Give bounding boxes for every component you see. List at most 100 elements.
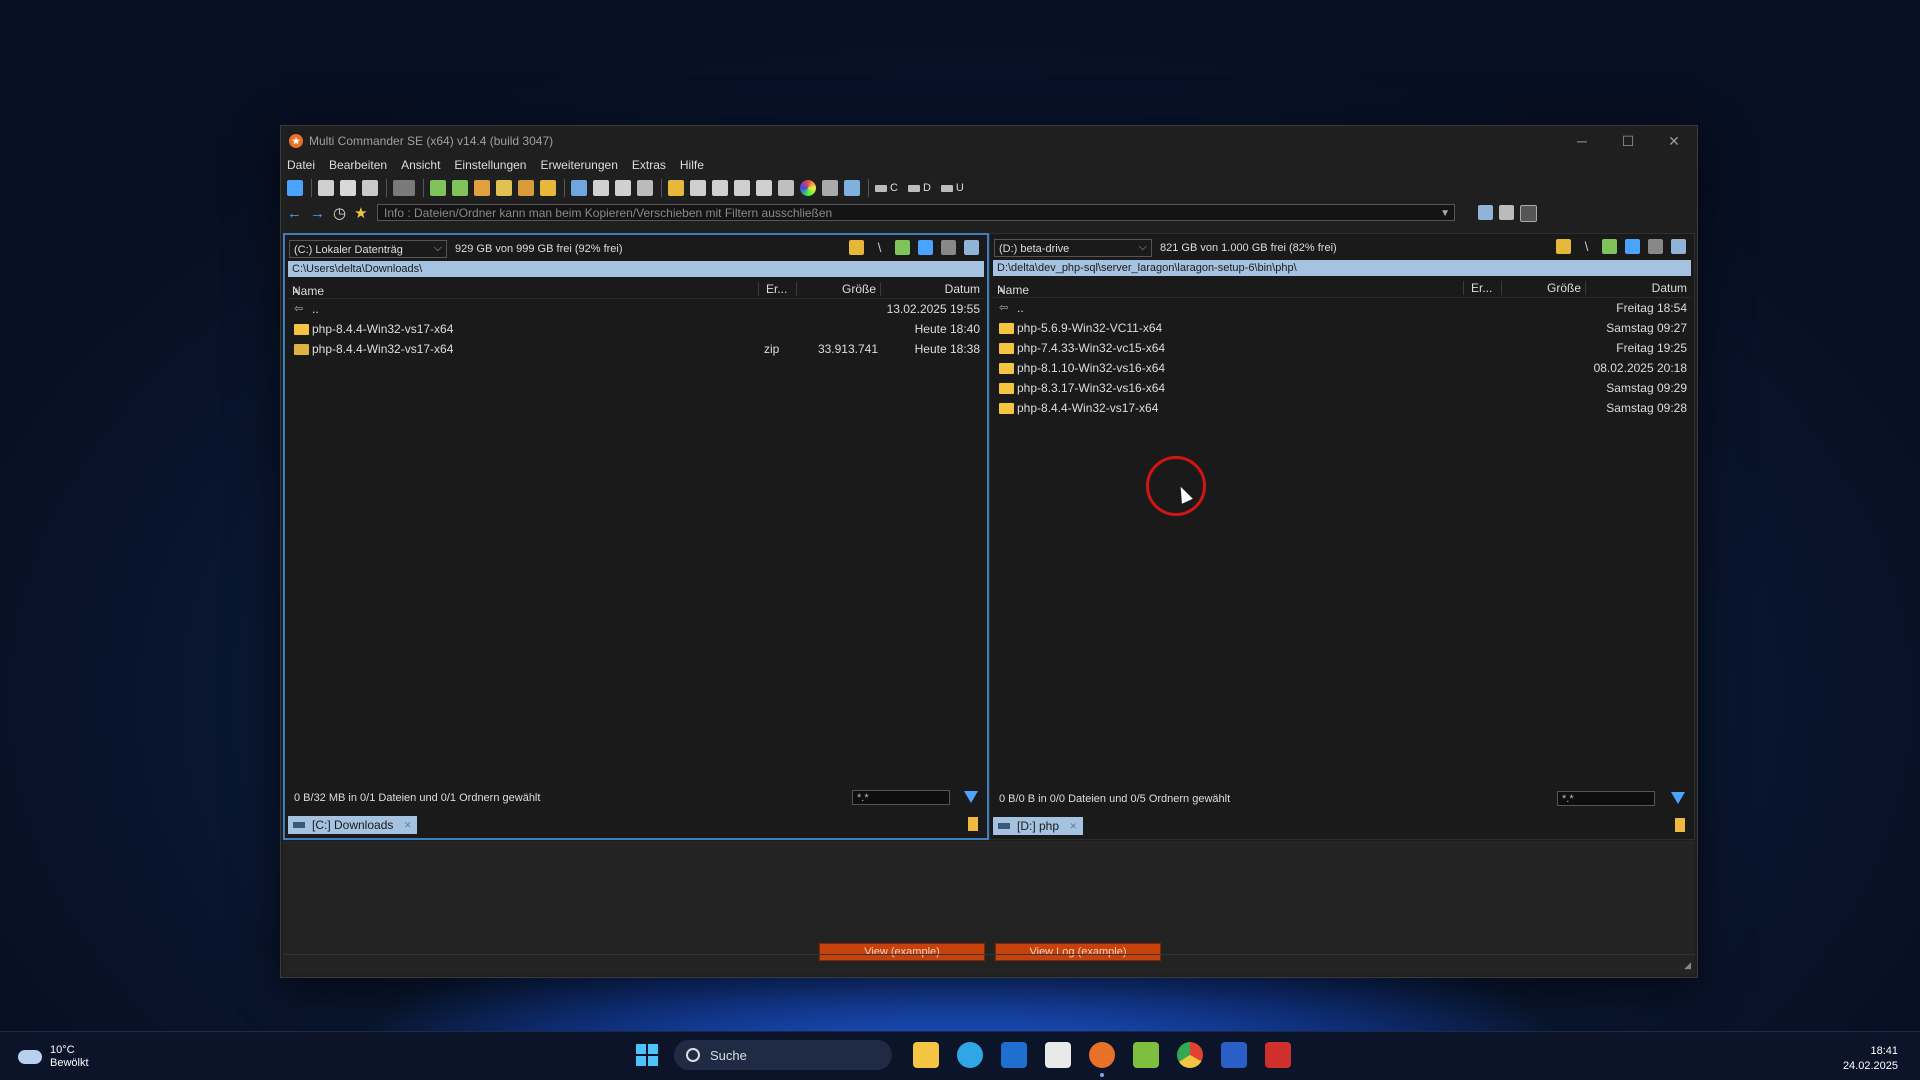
refresh-panel-icon[interactable] (1625, 239, 1640, 254)
outlook-icon[interactable] (1001, 1042, 1027, 1068)
command-line-input[interactable]: Info : Dateien/Ordner kann man beim Kopi… (377, 204, 1455, 221)
close-button[interactable]: ✕ (1651, 126, 1697, 156)
notes-icon[interactable] (712, 180, 728, 196)
col-date[interactable]: Datum (945, 282, 980, 296)
col-ext[interactable]: Er... (766, 282, 787, 296)
start-button[interactable] (636, 1044, 658, 1066)
chevron-down-icon[interactable]: ▼ (1440, 205, 1450, 222)
file-row[interactable]: php-7.4.33-Win32-vc15-x64 Freitag 19:25 (993, 338, 1691, 358)
menu-hilfe[interactable]: Hilfe (680, 158, 704, 172)
col-ext[interactable]: Er... (1471, 281, 1492, 295)
menu-bearbeiten[interactable]: Bearbeiten (329, 158, 387, 172)
file-row[interactable]: php-8.4.4-Win32-vs17-x64 zip 33.913.741 … (288, 339, 984, 359)
edit-file-icon[interactable] (615, 180, 631, 196)
back-arrow-icon[interactable]: ← (287, 205, 302, 222)
col-size[interactable]: Größe (836, 282, 876, 296)
folder-tree-icon[interactable] (849, 240, 864, 255)
view-mode-icon[interactable] (393, 180, 415, 196)
left-path-bar[interactable]: C:\Users\delta\Downloads\ (288, 261, 984, 277)
root-icon[interactable]: \ (1579, 239, 1594, 254)
file-row[interactable]: ⇦ .. Freitag 18:54 (993, 298, 1691, 318)
color-icon[interactable] (800, 180, 816, 196)
copy-icon[interactable] (340, 180, 356, 196)
history-icon[interactable]: ◷ (333, 204, 346, 222)
title-bar[interactable]: ★ Multi Commander SE (x64) v14.4 (build … (281, 126, 1697, 156)
folder-icon[interactable] (540, 180, 556, 196)
menu-ansicht[interactable]: Ansicht (401, 158, 440, 172)
settings-icon[interactable] (941, 240, 956, 255)
panel-icon[interactable] (1499, 205, 1514, 220)
list-icon[interactable] (734, 180, 750, 196)
menu-extras[interactable]: Extras (632, 158, 666, 172)
filter-icon[interactable] (964, 791, 978, 803)
right-path-bar[interactable]: D:\delta\dev_php-sql\server_laragon\lara… (993, 260, 1691, 276)
system-clock[interactable]: 18:41 24.02.2025 (1843, 1044, 1898, 1074)
settings-icon[interactable] (1648, 239, 1663, 254)
left-drive-select[interactable]: (C:) Lokaler Datenträg (289, 239, 447, 258)
notepad-icon[interactable] (1133, 1042, 1159, 1068)
paste-icon[interactable] (362, 180, 378, 196)
filter-icon[interactable] (1671, 792, 1685, 804)
go-parent-icon[interactable] (895, 240, 910, 255)
right-filter-input[interactable]: *.* (1557, 791, 1655, 806)
cut-icon[interactable] (318, 180, 334, 196)
refresh-icon[interactable] (287, 180, 303, 196)
col-size[interactable]: Größe (1541, 281, 1581, 295)
tab-left-downloads[interactable]: [C:] Downloads ✕ (288, 816, 418, 834)
view-file-icon[interactable] (593, 180, 609, 196)
taskbar-search[interactable]: Suche (674, 1040, 892, 1070)
chrome-icon[interactable] (1177, 1042, 1203, 1068)
pack-icon[interactable] (496, 180, 512, 196)
file-row[interactable]: php-5.6.9-Win32-VC11-x64 Samstag 09:27 (993, 318, 1691, 338)
tab-right-php[interactable]: [D:] php ✕ (993, 817, 1084, 835)
clipboard-icon[interactable] (756, 180, 772, 196)
multi-commander-icon[interactable] (1089, 1042, 1115, 1068)
layout-icon[interactable] (1478, 205, 1493, 220)
minimize-button[interactable]: ─ (1559, 126, 1605, 156)
weather-widget[interactable]: 10°C Bewölkt (18, 1044, 89, 1070)
file-row[interactable]: ⇦ .. 13.02.2025 19:55 (288, 299, 984, 319)
close-tab-icon[interactable]: ✕ (1069, 817, 1077, 835)
find-icon[interactable] (637, 180, 653, 196)
store-icon[interactable] (1045, 1042, 1071, 1068)
resize-grip-icon[interactable]: ◢ (1684, 960, 1691, 971)
right-drive-select[interactable]: (D:) beta-drive (994, 238, 1152, 257)
drive-button-c[interactable]: C (875, 182, 898, 194)
monitor-icon[interactable] (822, 180, 838, 196)
left-filter-input[interactable]: *.* (852, 790, 950, 805)
drive-button-d[interactable]: D (907, 182, 931, 194)
new-folder-icon[interactable] (668, 180, 684, 196)
menu-erweiterungen[interactable]: Erweiterungen (540, 158, 617, 172)
menu-datei[interactable]: Datei (287, 158, 315, 172)
view-icon[interactable] (964, 240, 979, 255)
copy-file-icon[interactable] (452, 180, 468, 196)
col-date[interactable]: Datum (1652, 281, 1687, 295)
file-row[interactable]: php-8.4.4-Win32-vs17-x64 Heute 18:40 (288, 319, 984, 339)
root-icon[interactable]: \ (872, 240, 887, 255)
console-icon[interactable] (1520, 205, 1537, 222)
word-icon[interactable] (1221, 1042, 1247, 1068)
window-icon[interactable] (844, 180, 860, 196)
col-name[interactable]: Name ▲ (997, 281, 1029, 297)
maximize-button[interactable]: ☐ (1605, 126, 1651, 156)
bookmark-icon[interactable] (1675, 818, 1685, 832)
new-file-icon[interactable] (430, 180, 446, 196)
printer-icon[interactable] (778, 180, 794, 196)
compare-icon[interactable] (571, 180, 587, 196)
file-row[interactable]: php-8.1.10-Win32-vs16-x64 08.02.2025 20:… (993, 358, 1691, 378)
file-row[interactable]: php-8.4.4-Win32-vs17-x64 Samstag 09:28 (993, 398, 1691, 418)
close-tab-icon[interactable]: ✕ (404, 816, 412, 834)
document-icon[interactable] (690, 180, 706, 196)
drive-button-u[interactable]: U (940, 182, 964, 194)
unpack-icon[interactable] (518, 180, 534, 196)
go-parent-icon[interactable] (1602, 239, 1617, 254)
edge-browser-icon[interactable] (957, 1042, 983, 1068)
file-row[interactable]: php-8.3.17-Win32-vs16-x64 Samstag 09:29 (993, 378, 1691, 398)
move-file-icon[interactable] (474, 180, 490, 196)
folder-tree-icon[interactable] (1556, 239, 1571, 254)
forward-arrow-icon[interactable]: → (310, 205, 325, 222)
bookmark-icon[interactable] (968, 817, 978, 831)
favorites-star-icon[interactable]: ★ (354, 204, 367, 222)
view-icon[interactable] (1671, 239, 1686, 254)
file-explorer-icon[interactable] (913, 1042, 939, 1068)
